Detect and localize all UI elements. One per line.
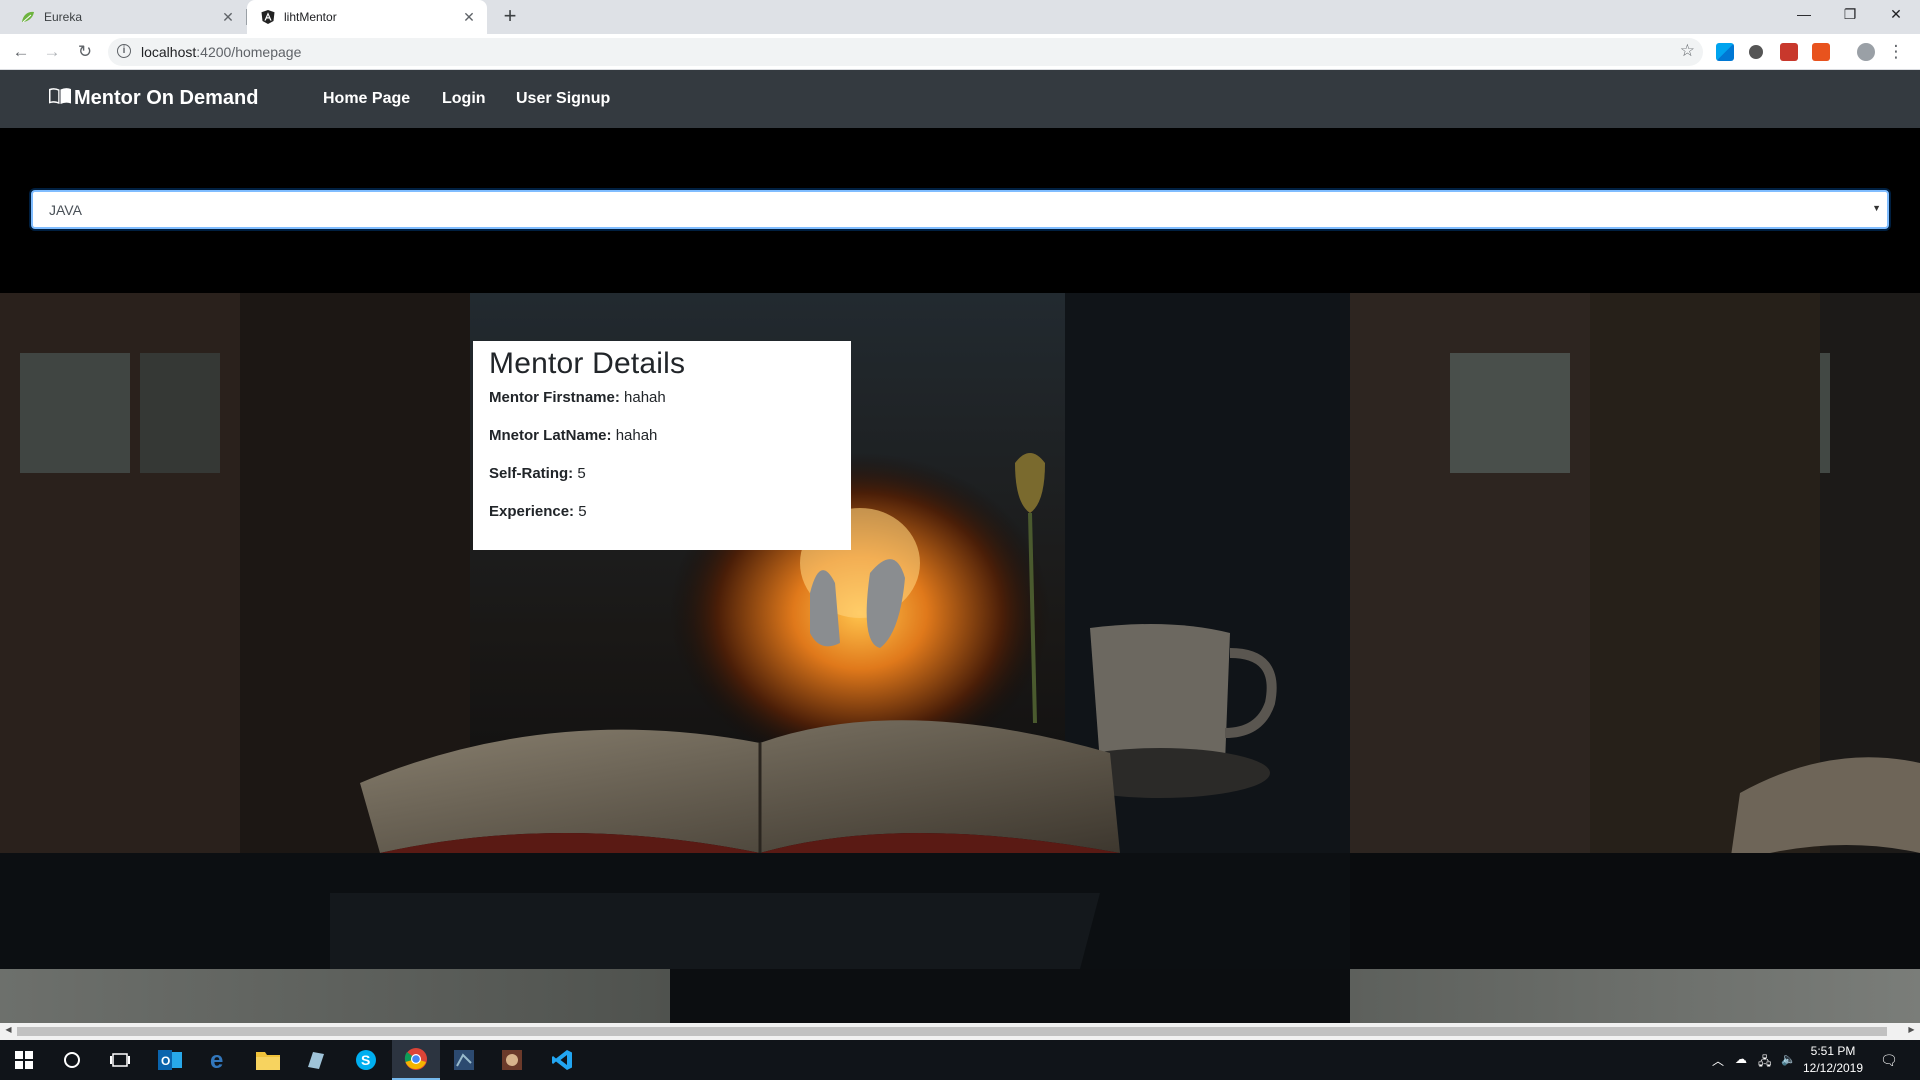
circle-extension-icon[interactable] xyxy=(1749,45,1763,59)
scrollbar-thumb[interactable] xyxy=(17,1027,1887,1036)
field-value: hahah xyxy=(615,427,658,444)
reload-icon[interactable]: ↻ xyxy=(73,40,97,64)
close-tab-icon[interactable]: ✕ xyxy=(220,9,236,25)
bookmark-star-icon[interactable]: ☆ xyxy=(1680,41,1695,61)
skype-icon[interactable]: S xyxy=(342,1040,390,1080)
edge-icon[interactable]: e xyxy=(196,1040,244,1080)
svg-text:S: S xyxy=(361,1052,370,1068)
self-rating-row: Self-Rating: 5 xyxy=(489,465,835,482)
chevron-down-icon: ▼ xyxy=(1872,203,1881,213)
leaf-icon xyxy=(20,9,36,25)
angular-icon xyxy=(260,9,276,25)
field-value: 5 xyxy=(577,465,586,482)
mentor-details-title: Mentor Details xyxy=(489,347,686,380)
minimize-icon[interactable]: — xyxy=(1781,0,1827,30)
vscode-icon[interactable] xyxy=(538,1040,586,1080)
field-value: 5 xyxy=(578,503,587,520)
url-text: localhost:4200/homepage xyxy=(141,44,301,60)
tab-title: lihtMentor xyxy=(284,10,337,24)
app-icon[interactable] xyxy=(292,1040,340,1080)
info-icon[interactable]: i xyxy=(117,44,131,58)
new-tab-button[interactable]: + xyxy=(498,5,522,29)
restore-icon[interactable]: ❐ xyxy=(1827,0,1873,30)
field-label: Mnetor LatName: xyxy=(489,427,612,444)
tab-lihtmentor[interactable]: lihtMentor ✕ xyxy=(247,0,487,34)
windows-extension-icon[interactable] xyxy=(1716,43,1734,61)
technology-select[interactable]: JAVA ▼ xyxy=(31,190,1889,229)
url-path: :4200/homepage xyxy=(196,44,302,60)
app-navbar: Mentor On Demand Home Page Login User Si… xyxy=(0,70,1920,128)
task-view-icon[interactable] xyxy=(96,1040,144,1080)
outlook-icon[interactable]: O xyxy=(146,1040,194,1080)
chevron-up-icon[interactable]: ︿ xyxy=(1712,1052,1724,1069)
field-label: Mentor Firstname: xyxy=(489,389,620,406)
clock-time: 5:51 PM xyxy=(1810,1044,1856,1058)
forward-icon[interactable]: → xyxy=(40,40,64,64)
experience-row: Experience: 5 xyxy=(489,503,835,520)
url-host: localhost xyxy=(141,44,197,60)
brand[interactable]: Mentor On Demand xyxy=(48,87,258,110)
photo-strip-middle xyxy=(670,969,1350,1023)
scroll-left-icon[interactable]: ◀ xyxy=(0,1025,17,1034)
network-icon[interactable]: 🖧 xyxy=(1758,1052,1771,1073)
close-window-icon[interactable]: ✕ xyxy=(1873,0,1919,30)
windows-taskbar: O e S ︿ ☁ 🖧 🔈 5:51 PM 12/12/2019 🗨 xyxy=(0,1040,1920,1080)
field-label: Experience: xyxy=(489,503,575,520)
nav-user-signup[interactable]: User Signup xyxy=(516,90,610,108)
tool-app-icon[interactable] xyxy=(488,1040,536,1080)
scroll-right-icon[interactable]: ▶ xyxy=(1903,1025,1920,1034)
file-explorer-icon[interactable] xyxy=(244,1040,292,1080)
nav-login[interactable]: Login xyxy=(442,90,486,108)
nav-home-page[interactable]: Home Page xyxy=(323,90,410,108)
windows-start-icon[interactable] xyxy=(0,1040,48,1080)
notification-icon[interactable]: 🗨 xyxy=(1880,1052,1898,1069)
address-bar[interactable]: i localhost:4200/homepage ☆ xyxy=(108,38,1703,66)
field-label: Self-Rating: xyxy=(489,465,574,482)
back-icon[interactable]: ← xyxy=(9,40,33,64)
taskbar-clock[interactable]: 5:51 PM 12/12/2019 xyxy=(1798,1043,1868,1077)
brand-label: Mentor On Demand xyxy=(74,87,259,109)
volume-icon[interactable]: 🔈 xyxy=(1781,1052,1796,1066)
svg-text:O: O xyxy=(161,1054,170,1068)
photo-strip-left xyxy=(0,969,670,1023)
browser-tab-strip: Eureka ✕ lihtMentor ✕ + — ❐ ✕ xyxy=(0,0,1920,34)
profile-avatar-icon[interactable] xyxy=(1857,43,1875,61)
browser-toolbar: ← → ↻ i localhost:4200/homepage ☆ ⋮ xyxy=(0,34,1920,70)
horizontal-scrollbar[interactable]: ◀ ▶ xyxy=(0,1023,1920,1040)
fireplace-photo-repeat xyxy=(1350,293,1920,969)
field-value: hahah xyxy=(624,389,666,406)
tab-eureka[interactable]: Eureka ✕ xyxy=(0,0,246,34)
search-icon[interactable] xyxy=(48,1040,96,1080)
browser-menu-icon[interactable]: ⋮ xyxy=(1884,40,1908,64)
technology-select-value: JAVA xyxy=(49,202,82,218)
off-extension-icon[interactable] xyxy=(1812,43,1830,61)
tab-title: Eureka xyxy=(44,10,83,24)
mentor-firstname-row: Mentor Firstname: hahah xyxy=(489,389,835,406)
book-icon xyxy=(49,87,71,104)
close-tab-icon[interactable]: ✕ xyxy=(461,9,477,25)
mentor-details-card: Mentor Details Mentor Firstname: hahah M… xyxy=(473,341,851,550)
page-viewport: Mentor On Demand Home Page Login User Si… xyxy=(0,70,1920,1023)
mentor-lastname-row: Mnetor LatName: hahah xyxy=(489,427,835,444)
svg-text:e: e xyxy=(210,1049,223,1071)
clock-date: 12/12/2019 xyxy=(1802,1061,1864,1075)
onedrive-icon[interactable]: ☁ xyxy=(1735,1052,1747,1066)
sts-ide-icon[interactable] xyxy=(440,1040,488,1080)
chrome-icon[interactable] xyxy=(392,1040,440,1080)
hero-background xyxy=(0,293,1920,1023)
pdf-extension-icon[interactable] xyxy=(1780,43,1798,61)
photo-strip-right xyxy=(1350,969,1920,1023)
